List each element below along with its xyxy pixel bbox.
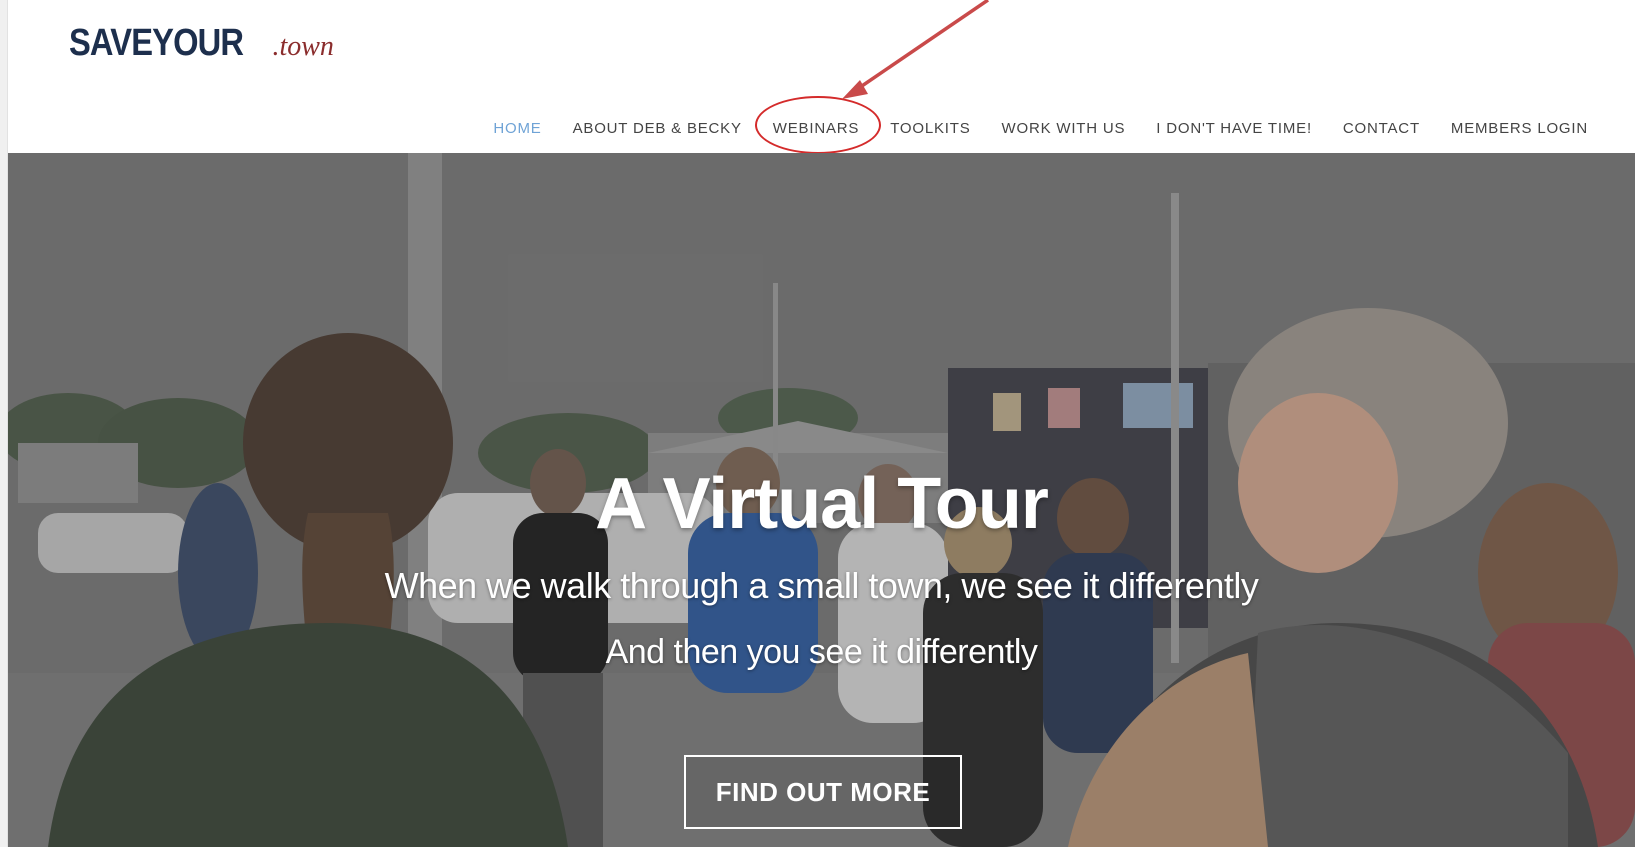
nav-item-about[interactable]: ABOUT DEB & BECKY — [573, 120, 742, 137]
nav-item-toolkits[interactable]: TOOLKITS — [890, 120, 970, 137]
nav-item-webinars-label: WEBINARS — [772, 120, 860, 137]
window-edge — [0, 0, 8, 847]
nav-item-work-with-us[interactable]: WORK WITH US — [1002, 120, 1126, 137]
hero-subtitle: When we walk through a small town, we se… — [384, 565, 1259, 606]
nav-item-webinars[interactable]: WEBINARS — [754, 96, 881, 154]
nav-item-home[interactable]: HOME — [493, 120, 541, 137]
nav-item-contact[interactable]: CONTACT — [1343, 120, 1420, 137]
nav-item-members-login[interactable]: MEMBERS LOGIN — [1451, 120, 1588, 137]
logo-suffix-text: .town — [272, 31, 334, 62]
find-out-more-button[interactable]: FIND OUT MORE — [684, 755, 962, 829]
main-nav: HOME ABOUT DEB & BECKY WEBINARS TOOLKITS… — [493, 96, 1588, 154]
hero-content: A Virtual Tour When we walk through a sm… — [8, 153, 1635, 847]
hero-section: A Virtual Tour When we walk through a sm… — [8, 153, 1635, 847]
page: SAVEYOUR .town HOME ABOUT DEB & BECKY WE… — [0, 0, 1635, 847]
site-header: SAVEYOUR .town HOME ABOUT DEB & BECKY WE… — [8, 0, 1635, 154]
logo-main-text: SAVEYOUR — [69, 22, 244, 64]
hero-title: A Virtual Tour — [595, 464, 1049, 544]
hero-subtitle-secondary: And then you see it differently — [605, 633, 1038, 671]
site-logo[interactable]: SAVEYOUR .town — [69, 22, 334, 65]
nav-item-no-time[interactable]: I DON'T HAVE TIME! — [1156, 120, 1312, 137]
